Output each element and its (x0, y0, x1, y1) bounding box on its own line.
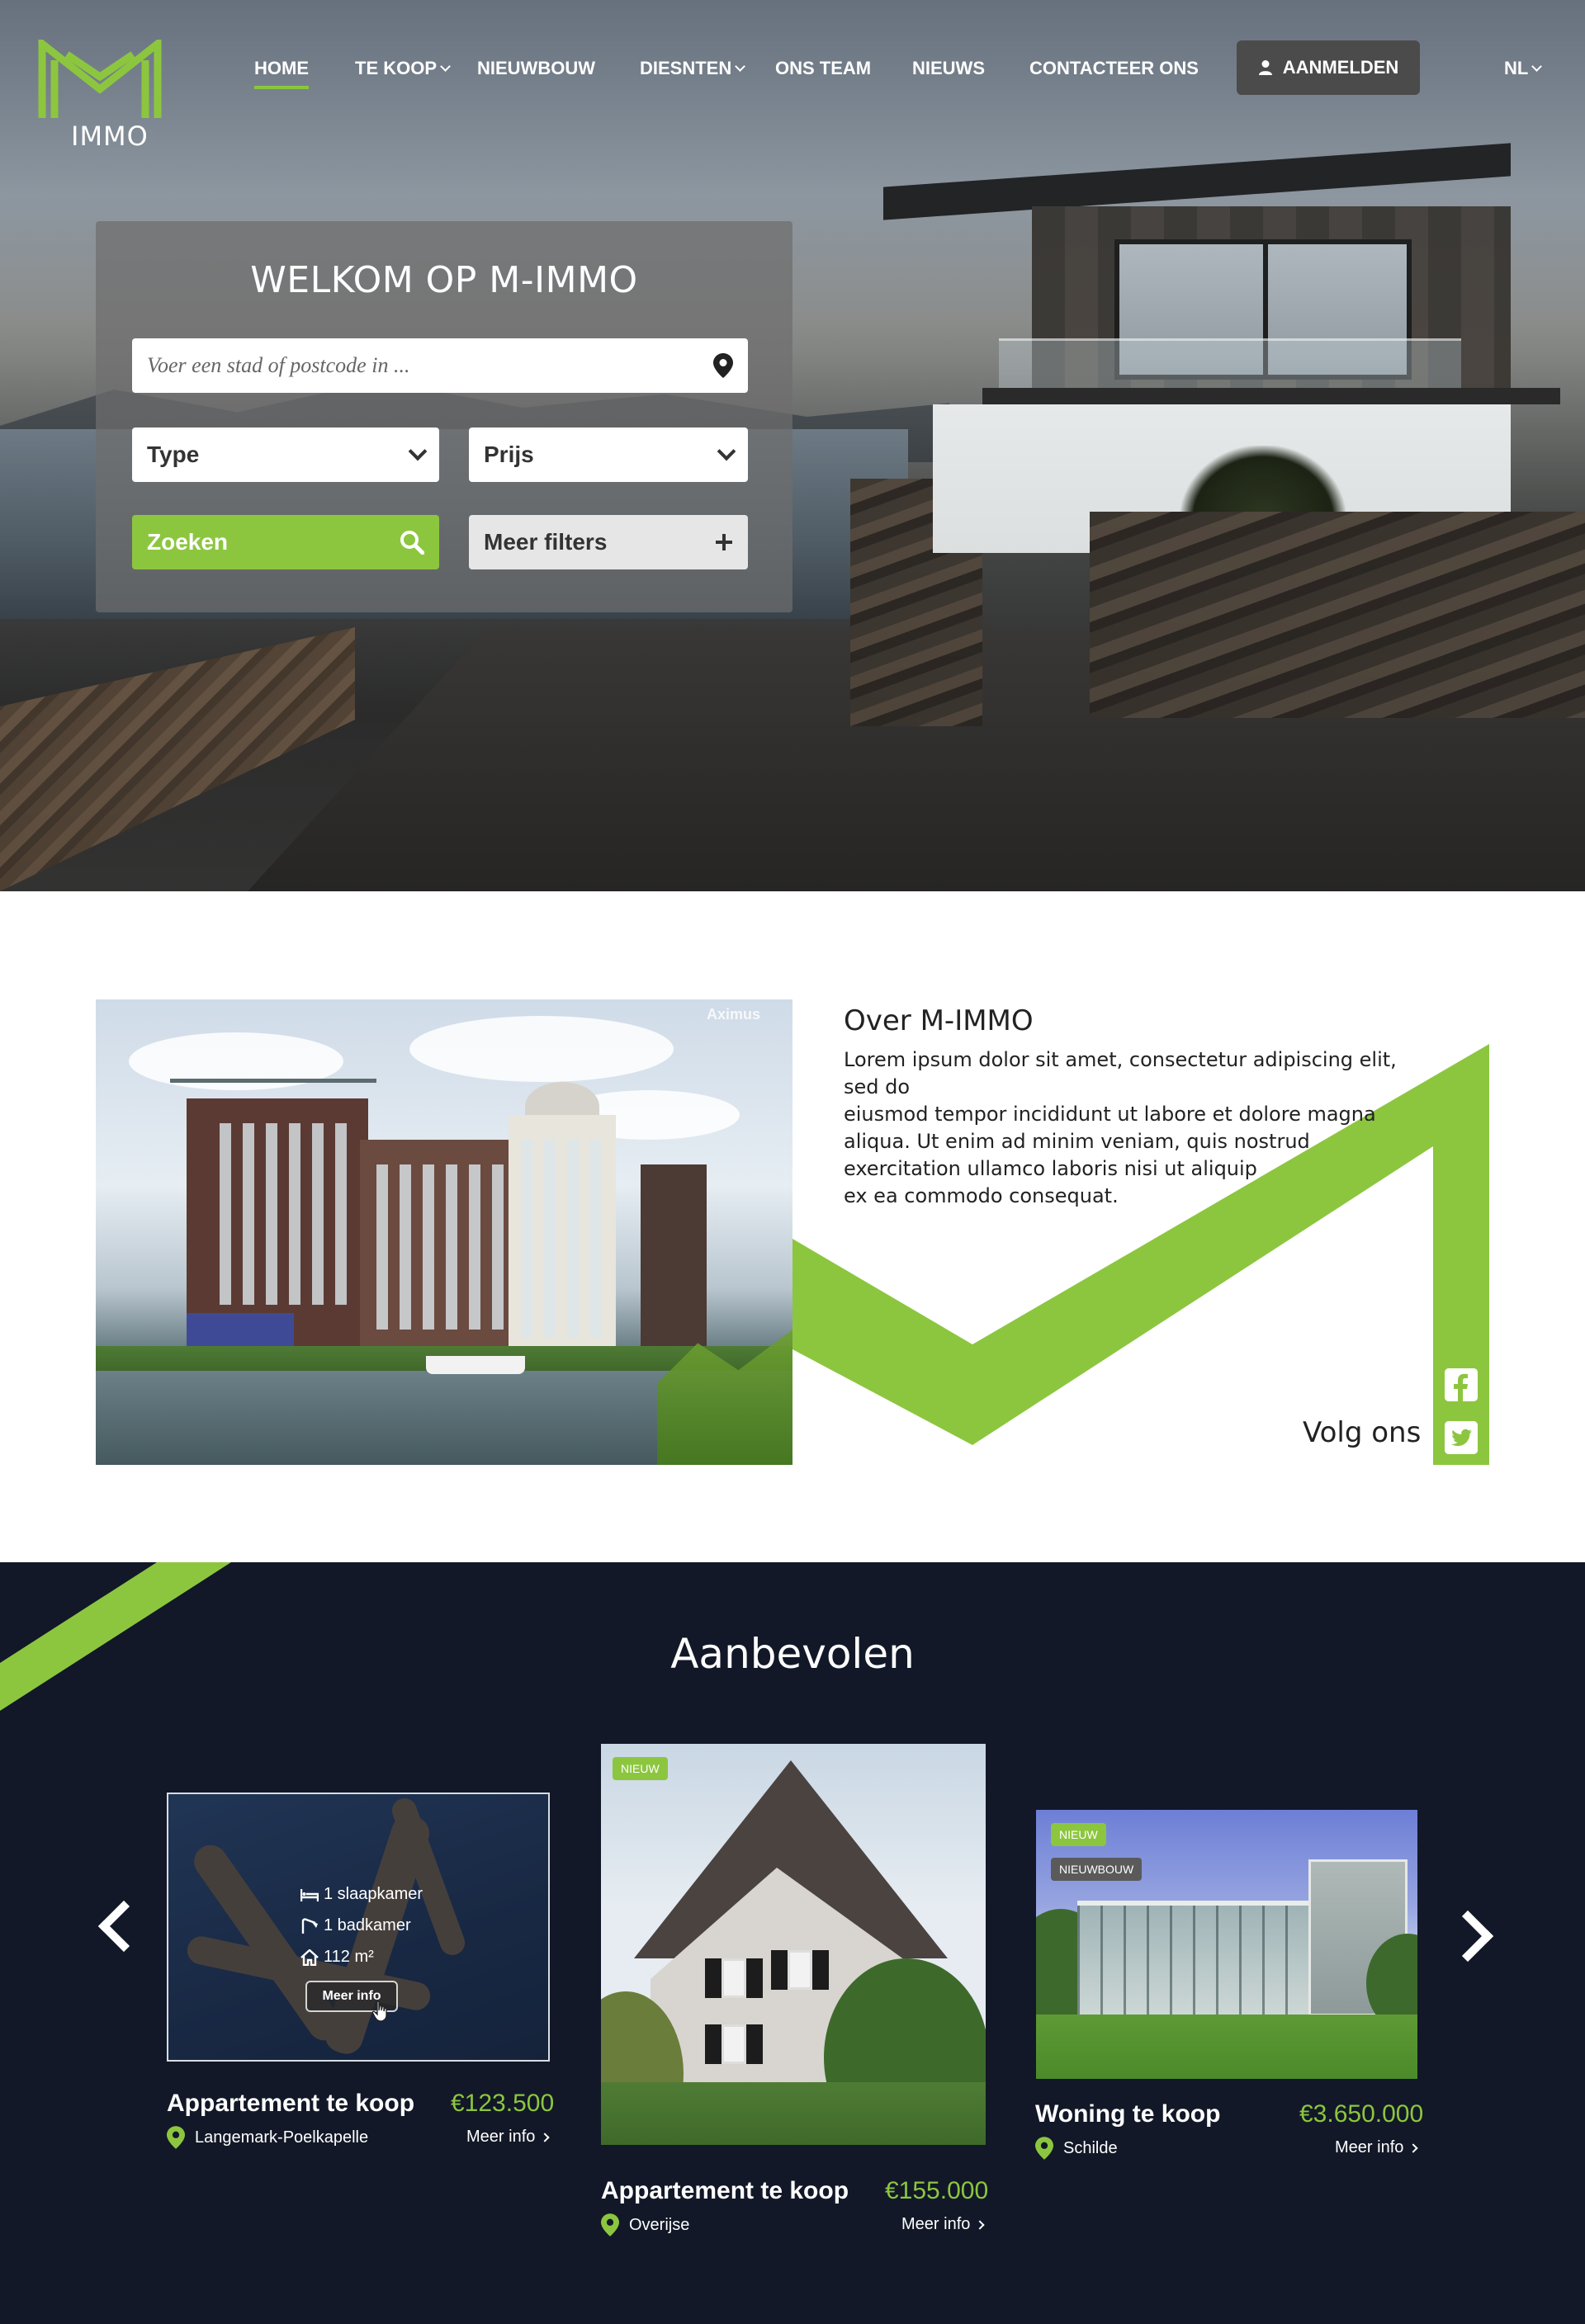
search-button[interactable]: Zoeken (132, 515, 439, 569)
about-title: Over M-IMMO (844, 1004, 1034, 1037)
featured-title: Aanbevolen (670, 1630, 915, 1678)
property-card-2-image[interactable]: NIEUW (601, 1744, 986, 2145)
chevron-down-icon (717, 442, 736, 461)
card-1-location: Langemark-Poelkapelle (167, 2126, 368, 2149)
chevron-down-icon (735, 61, 746, 72)
card-3-title[interactable]: Woning te koop (1035, 2100, 1220, 2128)
map-pin-icon (601, 2213, 619, 2237)
price-select[interactable]: Prijs (469, 427, 748, 482)
card-1-bedrooms: 1 slaapkamer (300, 1885, 423, 1904)
nav-ons-team[interactable]: ONS TEAM (775, 58, 871, 79)
plus-icon (716, 534, 732, 550)
map-pin-icon (713, 353, 733, 378)
card-1-bathrooms: 1 badkamer (300, 1916, 411, 1935)
card-3-location: Schilde (1035, 2137, 1118, 2160)
logo-text: IMMO (71, 120, 149, 152)
photo-watermark: Aximus (707, 1006, 761, 1023)
card-1-area: 112 m² (300, 1948, 374, 1967)
facebook-icon (1445, 1368, 1478, 1401)
card-3-badge-new: NIEUW (1051, 1823, 1106, 1846)
type-select[interactable]: Type (132, 427, 439, 482)
nav-home[interactable]: HOME (254, 58, 309, 89)
card-1-price: €123.500 (451, 2090, 555, 2117)
card-1-more-link[interactable]: Meer info (466, 2128, 551, 2147)
home-icon (300, 1948, 319, 1966)
card-1-title[interactable]: Appartement te koop (167, 2090, 414, 2118)
search-panel: WELKOM OP M-IMMO Type Prijs Zoeken Meer … (96, 221, 792, 612)
search-title: WELKOM OP M-IMMO (250, 259, 638, 301)
nav-te-koop[interactable]: TE KOOP (355, 58, 451, 79)
chevron-right-icon (975, 2219, 986, 2230)
login-button[interactable]: AANMELDEN (1237, 40, 1420, 95)
twitter-link[interactable] (1445, 1421, 1478, 1454)
card-2-more-link[interactable]: Meer info (901, 2215, 986, 2234)
about-photo: Aximus (96, 999, 792, 1465)
search-icon (400, 531, 424, 555)
nav-nieuws[interactable]: NIEUWS (912, 58, 985, 79)
map-pin-icon (167, 2126, 185, 2149)
chevron-down-icon (408, 442, 428, 461)
nav-nieuwbouw[interactable]: NIEUWBOUW (477, 58, 595, 79)
user-icon (1258, 60, 1272, 75)
property-card-3-image[interactable]: NIEUW NIEUWBOUW (1036, 1810, 1417, 2079)
chevron-right-icon (1408, 2142, 1419, 2153)
twitter-icon (1445, 1421, 1478, 1454)
shower-icon (301, 1917, 318, 1934)
card-2-badge-new: NIEUW (613, 1757, 668, 1780)
language-selector[interactable]: NL (1504, 58, 1543, 79)
chevron-right-icon (540, 2132, 551, 2142)
card-3-price: €3.650.000 (1299, 2100, 1424, 2128)
facebook-link[interactable] (1445, 1368, 1478, 1401)
carousel-next-arrow-icon[interactable] (1441, 1910, 1494, 1963)
nav-diensten[interactable]: DIESNTEN (640, 58, 746, 79)
property-card-1-image[interactable]: 1 slaapkamer 1 badkamer 112 m² Meer info (167, 1793, 550, 2062)
card-3-badge-nieuwbouw: NIEUWBOUW (1051, 1858, 1143, 1881)
card-2-title[interactable]: Appartement te koop (601, 2177, 849, 2205)
carousel-prev-arrow-icon[interactable] (97, 1900, 150, 1953)
location-field[interactable] (132, 338, 748, 393)
location-input[interactable] (147, 353, 713, 378)
chevron-down-icon (440, 61, 451, 72)
card-2-price: €155.000 (885, 2177, 989, 2204)
map-pin-icon (1035, 2137, 1053, 2160)
card-3-more-link[interactable]: Meer info (1335, 2138, 1419, 2157)
nav-contacteer-ons[interactable]: CONTACTEER ONS (1029, 58, 1199, 79)
follow-label: Volg ons (1303, 1416, 1422, 1449)
bed-icon (300, 1888, 319, 1901)
about-text: Lorem ipsum dolor sit amet, consectetur … (844, 1048, 1397, 1207)
card-2-location: Overijse (601, 2213, 689, 2237)
more-filters-button[interactable]: Meer filters (469, 515, 748, 569)
hand-cursor-icon (371, 2000, 387, 2022)
chevron-down-icon (1531, 61, 1543, 72)
